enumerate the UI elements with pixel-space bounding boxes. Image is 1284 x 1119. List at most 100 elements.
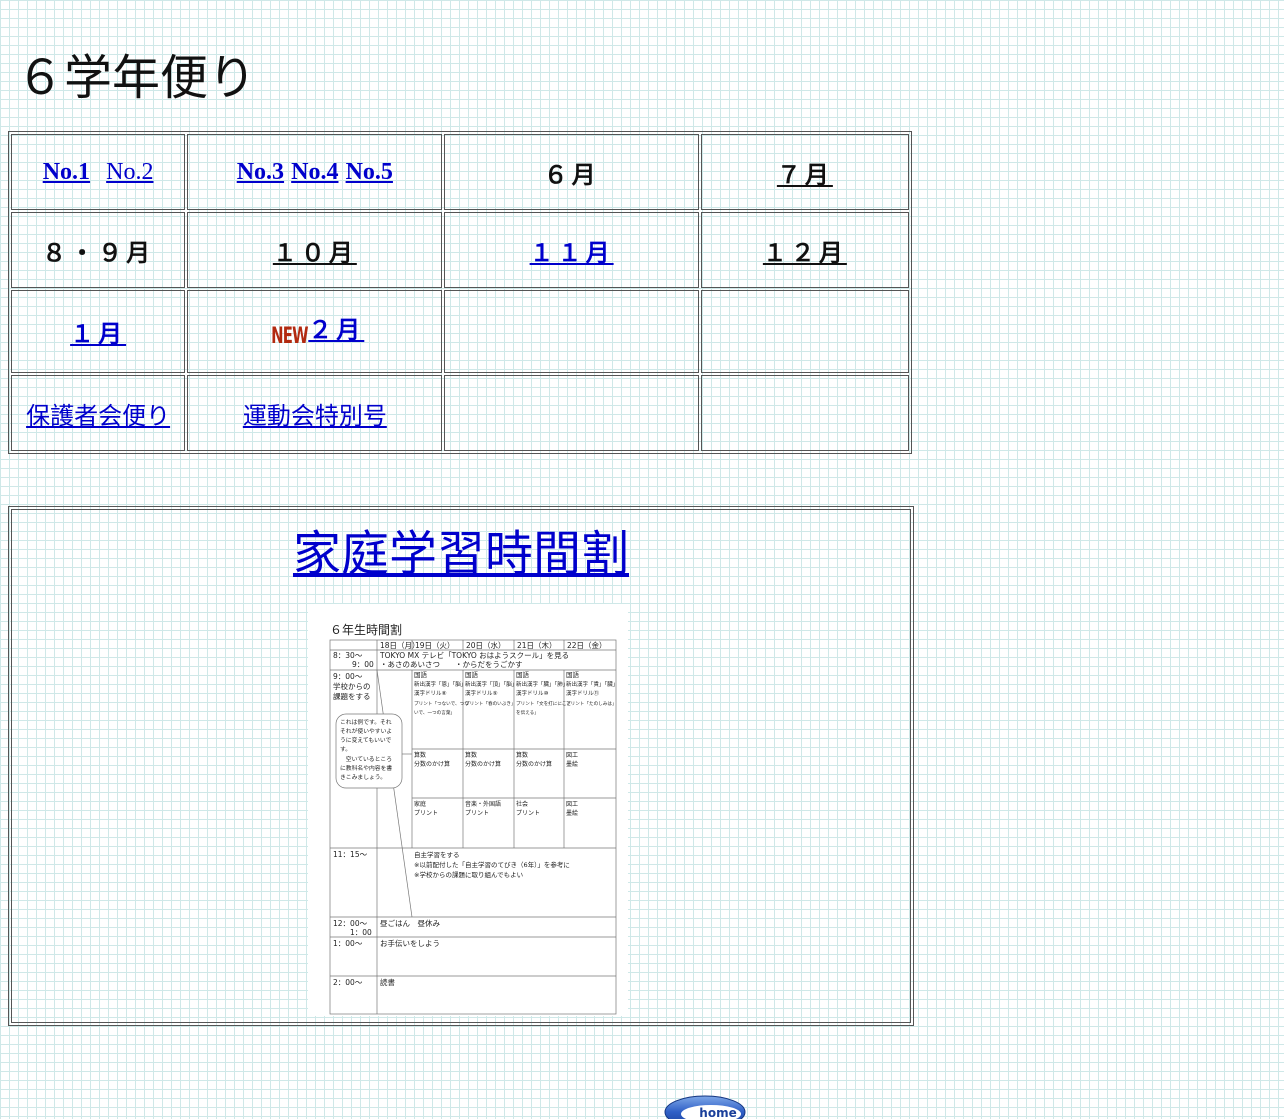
svg-text:空いているところ: 空いているところ (340, 755, 392, 763)
link-feb[interactable]: ２月 (308, 316, 364, 344)
link-nov[interactable]: １１月 (530, 239, 614, 267)
table-cell-empty (700, 375, 909, 451)
svg-text:22日（金）: 22日（金） (567, 640, 607, 650)
table-row: 保護者会便り 運動会特別号 (11, 375, 909, 451)
table-cell: No.3 No.4 No.5 (187, 134, 443, 210)
link-no1[interactable]: No.1 (43, 159, 90, 185)
svg-text:音楽・外国語: 音楽・外国語 (465, 800, 501, 808)
table-cell: ７月 (700, 134, 909, 210)
svg-text:プリント: プリント (465, 810, 489, 817)
home-label: home (699, 1106, 736, 1119)
table-cell: ８・９月 (11, 212, 186, 288)
link-dec[interactable]: １２月 (763, 239, 847, 267)
label-aug-sep: ８・９月 (42, 238, 155, 267)
svg-text:漢字ドリル⑨: 漢字ドリル⑨ (465, 689, 498, 697)
schedule-section: 家庭学習時間割 ６年生時間割 18日（月） 19日（火） 20日（水） 21日（… (8, 506, 914, 1026)
svg-text:国語: 国語 (566, 670, 580, 679)
svg-text:お手伝いをしよう: お手伝いをしよう (380, 938, 440, 948)
newsletter-table: No.1 No.2 No.3 No.4 No.5 ６月 ７月 ８・９月 １０月 … (8, 131, 912, 454)
svg-text:12：00〜: 12：00〜 (333, 919, 368, 928)
svg-text:漢字ドリル⑪: 漢字ドリル⑪ (566, 689, 600, 697)
table-row: １月 NEW２月 (11, 290, 909, 373)
svg-text:図工: 図工 (566, 801, 578, 808)
svg-text:図工: 図工 (566, 752, 578, 759)
table-cell-empty (700, 290, 909, 373)
svg-text:家庭: 家庭 (414, 800, 426, 808)
svg-text:1：00: 1：00 (350, 928, 372, 937)
svg-text:2：00〜: 2：00〜 (333, 978, 363, 987)
table-cell: １月 (11, 290, 186, 373)
table-row: ８・９月 １０月 １１月 １２月 (11, 212, 909, 288)
table-row: No.1 No.2 No.3 No.4 No.5 ６月 ７月 (11, 134, 909, 210)
svg-text:プリント「つないで、つな: プリント「つないで、つな (414, 700, 469, 707)
svg-text:プリント「春のいぶき」: プリント「春のいぶき」 (465, 700, 516, 707)
svg-text:これは例です。それ: これは例です。それ (340, 718, 392, 726)
svg-text:9：00〜: 9：00〜 (333, 672, 363, 681)
svg-text:漢字ドリル⑩: 漢字ドリル⑩ (516, 689, 549, 697)
link-no2[interactable]: No.2 (106, 159, 153, 185)
svg-text:プリント: プリント (414, 810, 438, 817)
table-cell-empty (444, 290, 699, 373)
svg-text:算数: 算数 (414, 751, 426, 759)
svg-text:・あさのあいさつ ・からだをうごかす: ・あさのあいさつ ・からだをうごかす (380, 659, 523, 669)
link-no3[interactable]: No.3 (237, 159, 284, 185)
svg-text:墨絵: 墨絵 (566, 760, 578, 768)
svg-text:算数: 算数 (516, 751, 528, 759)
link-parents-letter[interactable]: 保護者会便り (26, 402, 170, 430)
table-cell: １１月 (444, 212, 699, 288)
svg-text:19日（火）: 19日（火） (415, 641, 455, 650)
home-button[interactable]: home (664, 1094, 746, 1119)
svg-text:学校からの: 学校からの (333, 681, 371, 691)
svg-text:18日（月）: 18日（月） (380, 641, 420, 650)
link-sports-day-special[interactable]: 運動会特別号 (243, 402, 387, 430)
svg-text:うに変えてもいいで: うに変えてもいいで (340, 736, 392, 744)
svg-text:漢字ドリル⑧: 漢字ドリル⑧ (414, 689, 447, 697)
svg-text:プリント「文を打ににこと: プリント「文を打ににこと (516, 700, 571, 707)
schedule-heading-link[interactable]: 家庭学習時間割 (12, 514, 910, 584)
svg-text:分数のかけ算: 分数のかけ算 (516, 760, 552, 768)
svg-text:TOKYO MX テレビ「TOKYO おはようスクール」を見: TOKYO MX テレビ「TOKYO おはようスクール」を見る (379, 651, 569, 660)
svg-text:プリント: プリント (516, 810, 540, 817)
svg-text:1：00〜: 1：00〜 (333, 939, 363, 948)
svg-text:国語: 国語 (516, 670, 530, 679)
svg-text:社会: 社会 (516, 800, 528, 808)
table-cell: No.1 No.2 (11, 134, 186, 210)
page-title: ６学年便り (16, 50, 257, 106)
table-cell: NEW２月 (187, 290, 443, 373)
link-no5[interactable]: No.5 (346, 159, 393, 185)
link-oct[interactable]: １０月 (273, 239, 357, 267)
svg-text:※以前配付した「自主学習のてびき（6年）」を参考に: ※以前配付した「自主学習のてびき（6年）」を参考に (414, 860, 570, 869)
table-cell: ６月 (444, 134, 699, 210)
link-jan[interactable]: １月 (70, 320, 126, 348)
timetable-image[interactable]: ６年生時間割 18日（月） 19日（火） 20日（水） 21日（木） 22日（金… (308, 604, 628, 1016)
table-cell: 保護者会便り (11, 375, 186, 451)
svg-text:8：30〜: 8：30〜 (333, 651, 363, 660)
label-june: ６月 (543, 160, 600, 189)
svg-text:それが使いやすいよ: それが使いやすいよ (340, 727, 392, 735)
svg-text:新出漢字「恩」「脳」: 新出漢字「恩」「脳」 (414, 680, 466, 688)
schedule-inner: 家庭学習時間割 ６年生時間割 18日（月） 19日（火） 20日（水） 21日（… (11, 509, 911, 1023)
svg-text:算数: 算数 (465, 751, 477, 759)
svg-text:21日（木）: 21日（木） (517, 640, 557, 650)
svg-text:昼ごはん 昼休み: 昼ごはん 昼休み (380, 918, 440, 928)
svg-text:新出漢字「臓」「肺」: 新出漢字「臓」「肺」 (516, 680, 568, 688)
svg-text:新出漢字「頂」「脳」: 新出漢字「頂」「脳」 (465, 680, 517, 688)
svg-text:20日（水）: 20日（水） (466, 640, 506, 650)
svg-text:プリント「たのしみは」: プリント「たのしみは」 (566, 701, 617, 707)
svg-text:国語: 国語 (465, 670, 479, 679)
link-july[interactable]: ７月 (777, 161, 833, 189)
svg-text:きこみましょう。: きこみましょう。 (340, 774, 386, 781)
svg-text:課題をする: 課題をする (333, 691, 371, 701)
svg-text:読書: 読書 (380, 977, 395, 987)
table-cell: 運動会特別号 (187, 375, 443, 451)
svg-text:自主学習をする: 自主学習をする (414, 850, 460, 859)
svg-text:9：00: 9：00 (352, 660, 374, 669)
svg-text:※学校からの課題に取り組んでもよい: ※学校からの課題に取り組んでもよい (414, 870, 523, 879)
svg-text:墨絵: 墨絵 (566, 809, 578, 817)
svg-text:新出漢字「貴」「臓」: 新出漢字「貴」「臓」 (566, 680, 618, 688)
svg-text:分数のかけ算: 分数のかけ算 (414, 760, 450, 768)
link-no4[interactable]: No.4 (291, 159, 338, 185)
table-cell-empty (444, 375, 699, 451)
table-cell: １０月 (187, 212, 443, 288)
new-badge-icon: NEW (271, 324, 309, 349)
